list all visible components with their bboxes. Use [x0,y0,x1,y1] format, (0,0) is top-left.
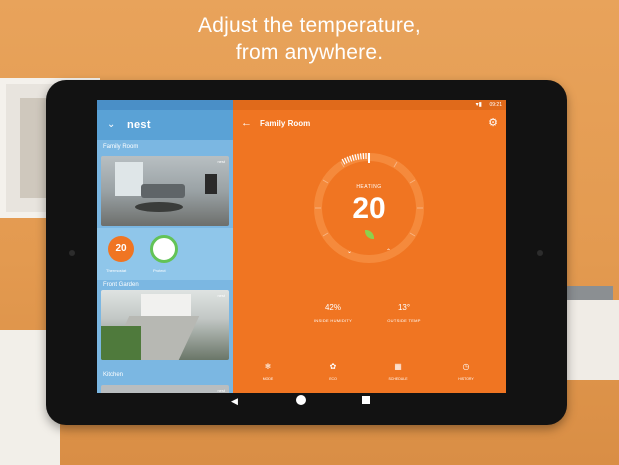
camera-tile-family-room[interactable]: nest [101,156,229,226]
chevron-down-icon[interactable]: ⌄ [107,119,115,130]
room-label-family-room: Family Room [103,144,139,150]
thermostat-dial[interactable]: HEATING 20 ⌄ ⌃ [311,150,427,266]
gear-icon[interactable]: ⚙ [488,116,498,129]
temperature-up-button[interactable]: ⌃ [386,248,391,255]
back-icon[interactable]: ◀ [231,396,238,407]
tablet-device: ⌄ nest Family Room nest 20 Thermostat Pr… [46,80,567,425]
room-label-kitchen: Kitchen [103,372,124,378]
home-icon[interactable] [296,395,306,405]
camera-scene-fireplace [205,174,217,194]
schedule-icon[interactable]: ▦ [383,362,413,371]
camera-tile-kitchen[interactable]: nest [101,385,229,393]
nav-mode-label[interactable]: MODE [253,377,283,381]
camera-scene-table [135,202,183,212]
camera-scene-sofa [141,184,185,198]
inside-humidity-value: 42% [324,303,341,312]
app-screen: ⌄ nest Family Room nest 20 Thermostat Pr… [97,100,506,393]
shelf-right [559,286,619,380]
camera-scene-lawn [101,326,141,360]
camera-tile-front-garden[interactable]: nest [101,290,229,360]
inside-humidity-label: INSIDE HUMIDITY [313,318,353,323]
camera-badge: nest [217,293,225,298]
camera-scene-window [115,162,143,196]
thermostat-device-label: Thermostat [106,268,127,273]
headline-line-2: from anywhere. [235,41,384,64]
nav-eco-label[interactable]: ECO [318,377,348,381]
left-status-bar [97,100,233,110]
recent-apps-icon[interactable] [362,396,370,404]
status-time: 09:21 [489,102,502,108]
headline-line-1: Adjust the temperature, [198,14,421,37]
back-arrow-icon[interactable]: ← [241,117,252,129]
android-nav-bar: ◀ [97,393,506,411]
thermostat-device-button[interactable]: 20 [108,236,134,262]
thermostat-panel: ▾▮ 09:21 ← Family Room ⚙ HEATING 20 ⌄ ⌃ … [233,100,506,393]
page-title: Family Room [260,119,311,128]
target-temperature: 20 [352,192,386,225]
thermostat-mode: HEATING [356,184,382,190]
room-label-front-garden: Front Garden [103,282,139,288]
protect-device-button[interactable] [150,235,178,263]
nest-logo: nest [127,119,151,131]
history-icon[interactable]: ◷ [451,362,481,371]
home-panel: ⌄ nest Family Room nest 20 Thermostat Pr… [97,100,233,393]
tablet-sensor-dot [537,250,543,256]
protect-device-label: Protect [153,268,166,273]
signal-battery-icon: ▾▮ [475,102,482,108]
nav-schedule-label[interactable]: SCHEDULE [383,377,413,381]
home-header: ⌄ nest [97,110,233,140]
temperature-down-button[interactable]: ⌄ [347,248,352,255]
leaf-icon[interactable]: ✿ [318,362,348,371]
tablet-camera-dot [69,250,75,256]
nav-history-label[interactable]: HISTORY [451,377,481,381]
outside-temp-label: OUTSIDE TEMP [387,318,421,323]
mode-icon[interactable]: ❄ [253,362,283,371]
device-row: 20 Thermostat Protect [97,228,233,280]
status-bar: ▾▮ 09:21 [233,100,506,110]
headline: Adjust the temperature, from anywhere. [0,12,619,66]
camera-badge: nest [217,159,225,164]
outside-temp-value: 13° [397,303,411,312]
